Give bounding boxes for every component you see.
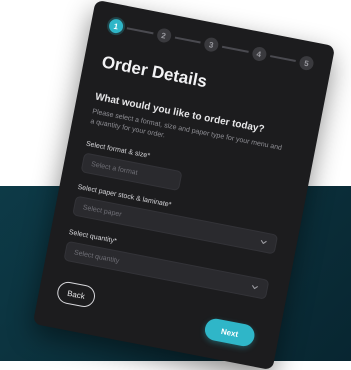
chevron-down-icon [252,285,258,290]
format-select[interactable]: Select a format [80,152,183,192]
step-connector [269,54,296,63]
format-placeholder: Select a format [90,160,139,177]
quantity-placeholder: Select quantity [73,248,120,265]
page-title: Order Details [100,52,209,92]
step-5[interactable]: 5 [298,54,315,72]
step-connector [126,27,154,35]
next-button[interactable]: Next [203,316,257,348]
step-connector [221,45,249,53]
paper-select[interactable]: Select paper [72,195,279,255]
step-3[interactable]: 3 [203,36,220,53]
chevron-down-icon [260,240,267,244]
step-2[interactable]: 2 [155,27,172,44]
step-connector [174,36,201,44]
step-1[interactable]: 1 [107,17,125,35]
back-button[interactable]: Back [55,280,97,309]
step-4[interactable]: 4 [250,45,268,63]
